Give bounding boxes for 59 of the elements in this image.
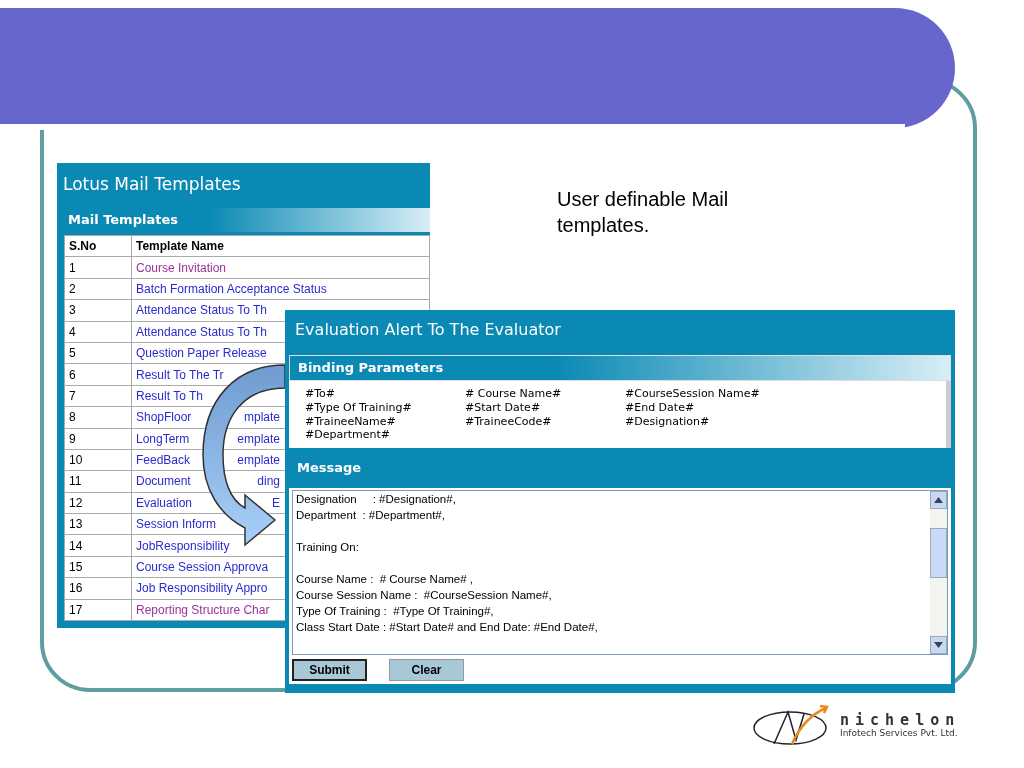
column-header: Template Name	[131, 235, 430, 257]
table-cell: 13	[64, 513, 132, 535]
table-cell: 11	[64, 470, 132, 493]
template-link[interactable]: Attendance Status To Th	[136, 324, 267, 339]
table-cell: 10	[64, 449, 132, 471]
panel-title: Lotus Mail Templates	[62, 173, 242, 196]
template-link[interactable]: LongTerm	[136, 431, 190, 446]
template-link[interactable]: Course Invitation	[136, 260, 227, 275]
template-link[interactable]: Evaluation	[136, 495, 193, 510]
binding-parameter: #TraineeName#	[305, 414, 397, 429]
binding-parameter: #Designation#	[625, 414, 711, 429]
template-link[interactable]: ShopFloor	[136, 410, 192, 425]
table-cell: 12	[64, 492, 132, 514]
binding-parameter: # Course Name#	[465, 387, 563, 401]
logo-name: nichelon	[840, 712, 961, 728]
table-cell: 4	[64, 321, 132, 343]
template-link[interactable]: Job Responsibility Appro	[136, 581, 268, 596]
scroll-bar[interactable]	[930, 491, 947, 654]
binding-parameter: #End Date#	[625, 400, 696, 415]
table-cell: 3	[64, 299, 132, 322]
template-link[interactable]: mplate	[243, 410, 280, 425]
table-cell: 8	[64, 406, 132, 428]
template-link[interactable]: Session Inform	[136, 517, 217, 532]
binding-parameter: #Start Date#	[465, 400, 542, 415]
binding-parameter: #Type Of Training#	[305, 400, 413, 415]
table-cell: 6	[64, 363, 132, 386]
logo-icon	[752, 704, 832, 746]
table-cell: 2	[64, 278, 132, 300]
table-cell: 1	[64, 256, 132, 279]
table-cell: 17	[64, 599, 132, 621]
form-button[interactable]: Clear	[389, 659, 464, 681]
template-link[interactable]: FeedBack	[136, 453, 191, 468]
section-header: Binding Parameters	[289, 355, 951, 381]
template-link[interactable]: emplate	[237, 431, 280, 446]
message-field[interactable]: Designation : #Designation#, Department : #Department#, Training On: Course Name : # Course Name# , Course Session Name : #CourseSession Name#, Type Of Training : #Type Of Training#, Class Start Date : #Start Date# and End Date: #End Date#,	[292, 490, 948, 655]
slide-note: User definable Mail templates.	[557, 187, 730, 238]
template-link[interactable]: E	[272, 495, 280, 510]
template-link[interactable]: Result To The Tr	[136, 367, 224, 382]
template-link[interactable]: JobResponsibility	[136, 538, 230, 553]
form-button[interactable]: Submit	[292, 659, 367, 681]
table-cell: 5	[64, 342, 132, 364]
table-cell: 9	[64, 428, 132, 450]
table-cell: 16	[64, 577, 132, 600]
binding-parameter: #To#	[305, 387, 336, 401]
logo-subtitle: Infotech Services Pvt. Ltd.	[840, 728, 959, 738]
column-header: S.No	[64, 235, 132, 257]
section-header: Message	[289, 448, 951, 488]
binding-parameter: #Department#	[305, 428, 391, 442]
template-link[interactable]: Result To Th	[136, 388, 203, 403]
template-link[interactable]: Reporting Structure Char	[136, 602, 270, 617]
binding-parameter: #TraineeCode#	[465, 414, 553, 429]
template-link[interactable]: emplate	[237, 453, 280, 468]
table-cell: 14	[64, 534, 132, 557]
binding-parameter: #CourseSession Name#	[625, 387, 761, 401]
window-title: Evaluation Alert To The Evaluator	[294, 319, 562, 341]
template-link[interactable]: Document	[136, 474, 191, 489]
template-link[interactable]: ding	[257, 474, 280, 489]
table-cell: 7	[64, 385, 132, 407]
table-cell: 15	[64, 556, 132, 578]
